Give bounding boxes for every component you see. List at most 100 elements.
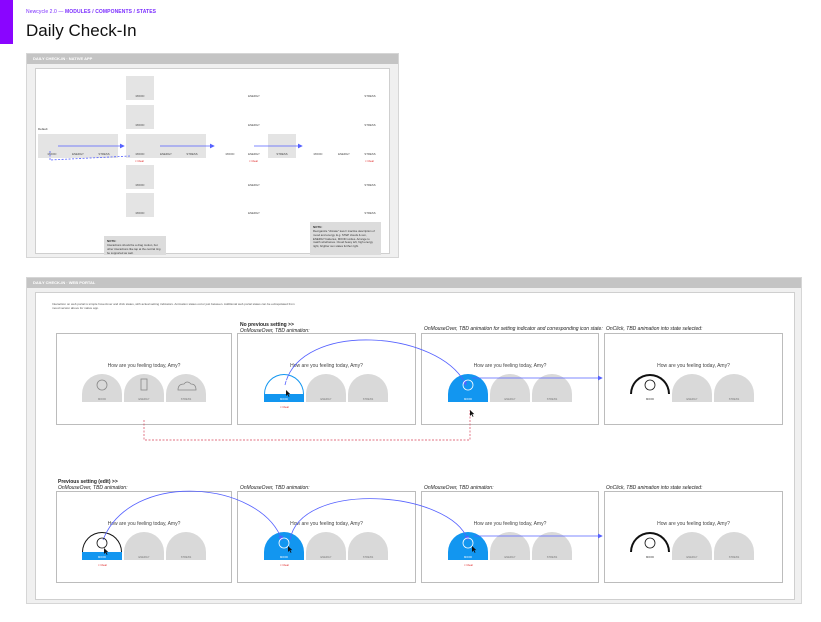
- row2-f4-mood-gauge[interactable]: MOOD: [630, 532, 670, 560]
- row2-f2-mood-label: MOOD: [279, 556, 289, 559]
- row1-f2-mood-gauge[interactable]: MOOD: [264, 374, 304, 402]
- breadcrumb[interactable]: Newcycle 2.0 — MODULES / COMPONENTS / ST…: [26, 9, 156, 15]
- default-tile-energy[interactable]: ENERGY: [64, 134, 92, 158]
- row2-f2-clear[interactable]: × Clear: [280, 563, 289, 567]
- row2-f1-stress-gauge[interactable]: STRESS: [166, 532, 206, 560]
- row2-f3-stress-label: STRESS: [546, 556, 558, 559]
- row2-frame1-question: How are you feeling today, Amy?: [107, 521, 181, 527]
- row1-frame2-question: How are you feeling today, Amy?: [290, 363, 363, 369]
- row2-f2-energy-gauge[interactable]: ENERGY: [306, 532, 346, 560]
- row1-f3-mood-label: MOOD: [463, 398, 473, 401]
- stress-column-label-4: STRESS: [364, 183, 376, 187]
- row2-f1-stress-label: STRESS: [180, 556, 192, 559]
- row1-f1-stress-gauge[interactable]: STRESS: [166, 374, 206, 402]
- row1-f4-energy-gauge[interactable]: ENERGY: [672, 374, 712, 402]
- row1-tile-energy[interactable]: ENERGY: [152, 134, 180, 158]
- row1-f1-mood-gauge[interactable]: MOOD: [82, 374, 122, 402]
- row1-frame3-question: How are you feeling today, Amy?: [473, 363, 547, 369]
- energy-column-state-2[interactable]: ENERGY: [240, 105, 268, 129]
- row2-f2-stress-gauge[interactable]: STRESS: [348, 532, 388, 560]
- native-note-right-body: Reorganize "climate" level / inactive de…: [313, 229, 375, 249]
- row1-f2-clear[interactable]: × Clear: [280, 405, 289, 409]
- mood-column-state-2[interactable]: MOOD: [126, 105, 154, 129]
- default-tile-mood[interactable]: MOOD: [38, 134, 66, 158]
- row2-f3-mood-gauge[interactable]: MOOD: [448, 532, 488, 560]
- mood-column-state-5[interactable]: MOOD: [126, 193, 154, 217]
- row1-frame4-question: How are you feeling today, Amy?: [657, 363, 730, 369]
- row2-tile-energy-set-label: ENERGY: [338, 152, 350, 156]
- mood-column-label-2: MOOD: [135, 123, 145, 127]
- accent-bar: [0, 0, 13, 44]
- row1-tile-stress[interactable]: STRESS: [178, 134, 206, 158]
- row1-frame1-question: How are you feeling today, Amy?: [107, 363, 181, 369]
- row1-f4-mood-gauge[interactable]: MOOD: [630, 374, 670, 402]
- row2-f3-stress-gauge[interactable]: STRESS: [532, 532, 572, 560]
- row1-frame4-label: OnClick, TBD animation into state select…: [606, 326, 703, 332]
- row1-f1-stress-label: STRESS: [180, 398, 192, 401]
- mood-column-state-1[interactable]: MOOD: [126, 76, 154, 100]
- mood-clear[interactable]: × Clear: [135, 159, 144, 163]
- default-tile-stress[interactable]: STRESS: [90, 134, 118, 158]
- mood-column-label-5: MOOD: [135, 211, 145, 215]
- row2-f1-mood-label: MOOD: [97, 556, 107, 559]
- mood-column-label-3: MOOD: [135, 152, 145, 156]
- row2-f3-mood-label: MOOD: [463, 556, 473, 559]
- row2-frame1-label: Previous setting (edit) >> OnMouseOver, …: [58, 479, 127, 491]
- row2-f1-energy-gauge[interactable]: ENERGY: [124, 532, 164, 560]
- row1-f2-energy-gauge[interactable]: ENERGY: [306, 374, 346, 402]
- native-note-right: NOTE: Reorganize "climate" level / inact…: [310, 222, 381, 255]
- row1-f4-stress-label: STRESS: [728, 398, 740, 401]
- mood-column-label-1: MOOD: [135, 94, 145, 98]
- row2-tile-stress-label: STRESS: [276, 152, 288, 156]
- row2-f3-clear[interactable]: × Clear: [464, 563, 473, 567]
- stress-column-state-3[interactable]: STRESS: [356, 134, 384, 158]
- row1-f4-mood-label: MOOD: [645, 398, 655, 401]
- page-title: Daily Check-In: [26, 21, 137, 40]
- row1-f2-stress-label: STRESS: [362, 398, 374, 401]
- native-note-left-body: Interactions should be a drag motion, bu…: [107, 243, 161, 255]
- row2-tile-stress[interactable]: STRESS: [268, 134, 296, 158]
- row1-f3-mood-gauge[interactable]: MOOD: [448, 374, 488, 402]
- mood-column-label-4: MOOD: [135, 183, 145, 187]
- stress-column-label-5: STRESS: [364, 211, 376, 215]
- row1-f1-energy-gauge[interactable]: ENERGY: [124, 374, 164, 402]
- row1-f3-stress-gauge[interactable]: STRESS: [532, 374, 572, 402]
- stress-clear[interactable]: × Clear: [365, 159, 374, 163]
- row1-tile-energy-label: ENERGY: [160, 152, 172, 156]
- mood-column-state-4[interactable]: MOOD: [126, 165, 154, 189]
- stress-column-state-4[interactable]: STRESS: [356, 165, 384, 189]
- row1-f4-stress-gauge[interactable]: STRESS: [714, 374, 754, 402]
- breadcrumb-path[interactable]: MODULES / COMPONENTS / STATES: [65, 9, 156, 15]
- row2-f3-energy-label: ENERGY: [504, 556, 516, 559]
- energy-column-state-1[interactable]: ENERGY: [240, 76, 268, 100]
- stress-column-state-2[interactable]: STRESS: [356, 105, 384, 129]
- row2-f4-energy-gauge[interactable]: ENERGY: [672, 532, 712, 560]
- row2-f4-stress-gauge[interactable]: STRESS: [714, 532, 754, 560]
- stress-column-state-5[interactable]: STRESS: [356, 193, 384, 217]
- row1-f2-energy-label: ENERGY: [320, 398, 332, 401]
- stress-column-label-2: STRESS: [364, 123, 376, 127]
- energy-column-label-2: ENERGY: [248, 123, 260, 127]
- row2-f1-mood-gauge[interactable]: MOOD: [82, 532, 122, 560]
- stress-column-state-1[interactable]: STRESS: [356, 76, 384, 100]
- default-tile-mood-label: MOOD: [47, 152, 57, 156]
- row2-f1-clear[interactable]: × Clear: [98, 563, 107, 567]
- mood-column-state-3[interactable]: MOOD: [126, 134, 154, 158]
- energy-column-label-1: ENERGY: [248, 94, 260, 98]
- stress-column-label-3: STRESS: [364, 152, 376, 156]
- default-tile-stress-label: STRESS: [98, 152, 110, 156]
- energy-clear[interactable]: × Clear: [249, 159, 258, 163]
- row2-f4-stress-label: STRESS: [728, 556, 740, 559]
- energy-column-state-3[interactable]: ENERGY: [240, 134, 268, 158]
- default-label: Default: [38, 127, 48, 131]
- row2-tile-mood-set[interactable]: MOOD: [304, 134, 332, 158]
- row2-f2-mood-gauge[interactable]: MOOD: [264, 532, 304, 560]
- row1-f3-energy-gauge[interactable]: ENERGY: [490, 374, 530, 402]
- energy-column-state-4[interactable]: ENERGY: [240, 165, 268, 189]
- row2-f4-energy-label: ENERGY: [686, 556, 698, 559]
- row2-tile-energy-set[interactable]: ENERGY: [330, 134, 358, 158]
- row2-f3-energy-gauge[interactable]: ENERGY: [490, 532, 530, 560]
- energy-column-state-5[interactable]: ENERGY: [240, 193, 268, 217]
- row1-f2-stress-gauge[interactable]: STRESS: [348, 374, 388, 402]
- energy-column-label-3: ENERGY: [248, 152, 260, 156]
